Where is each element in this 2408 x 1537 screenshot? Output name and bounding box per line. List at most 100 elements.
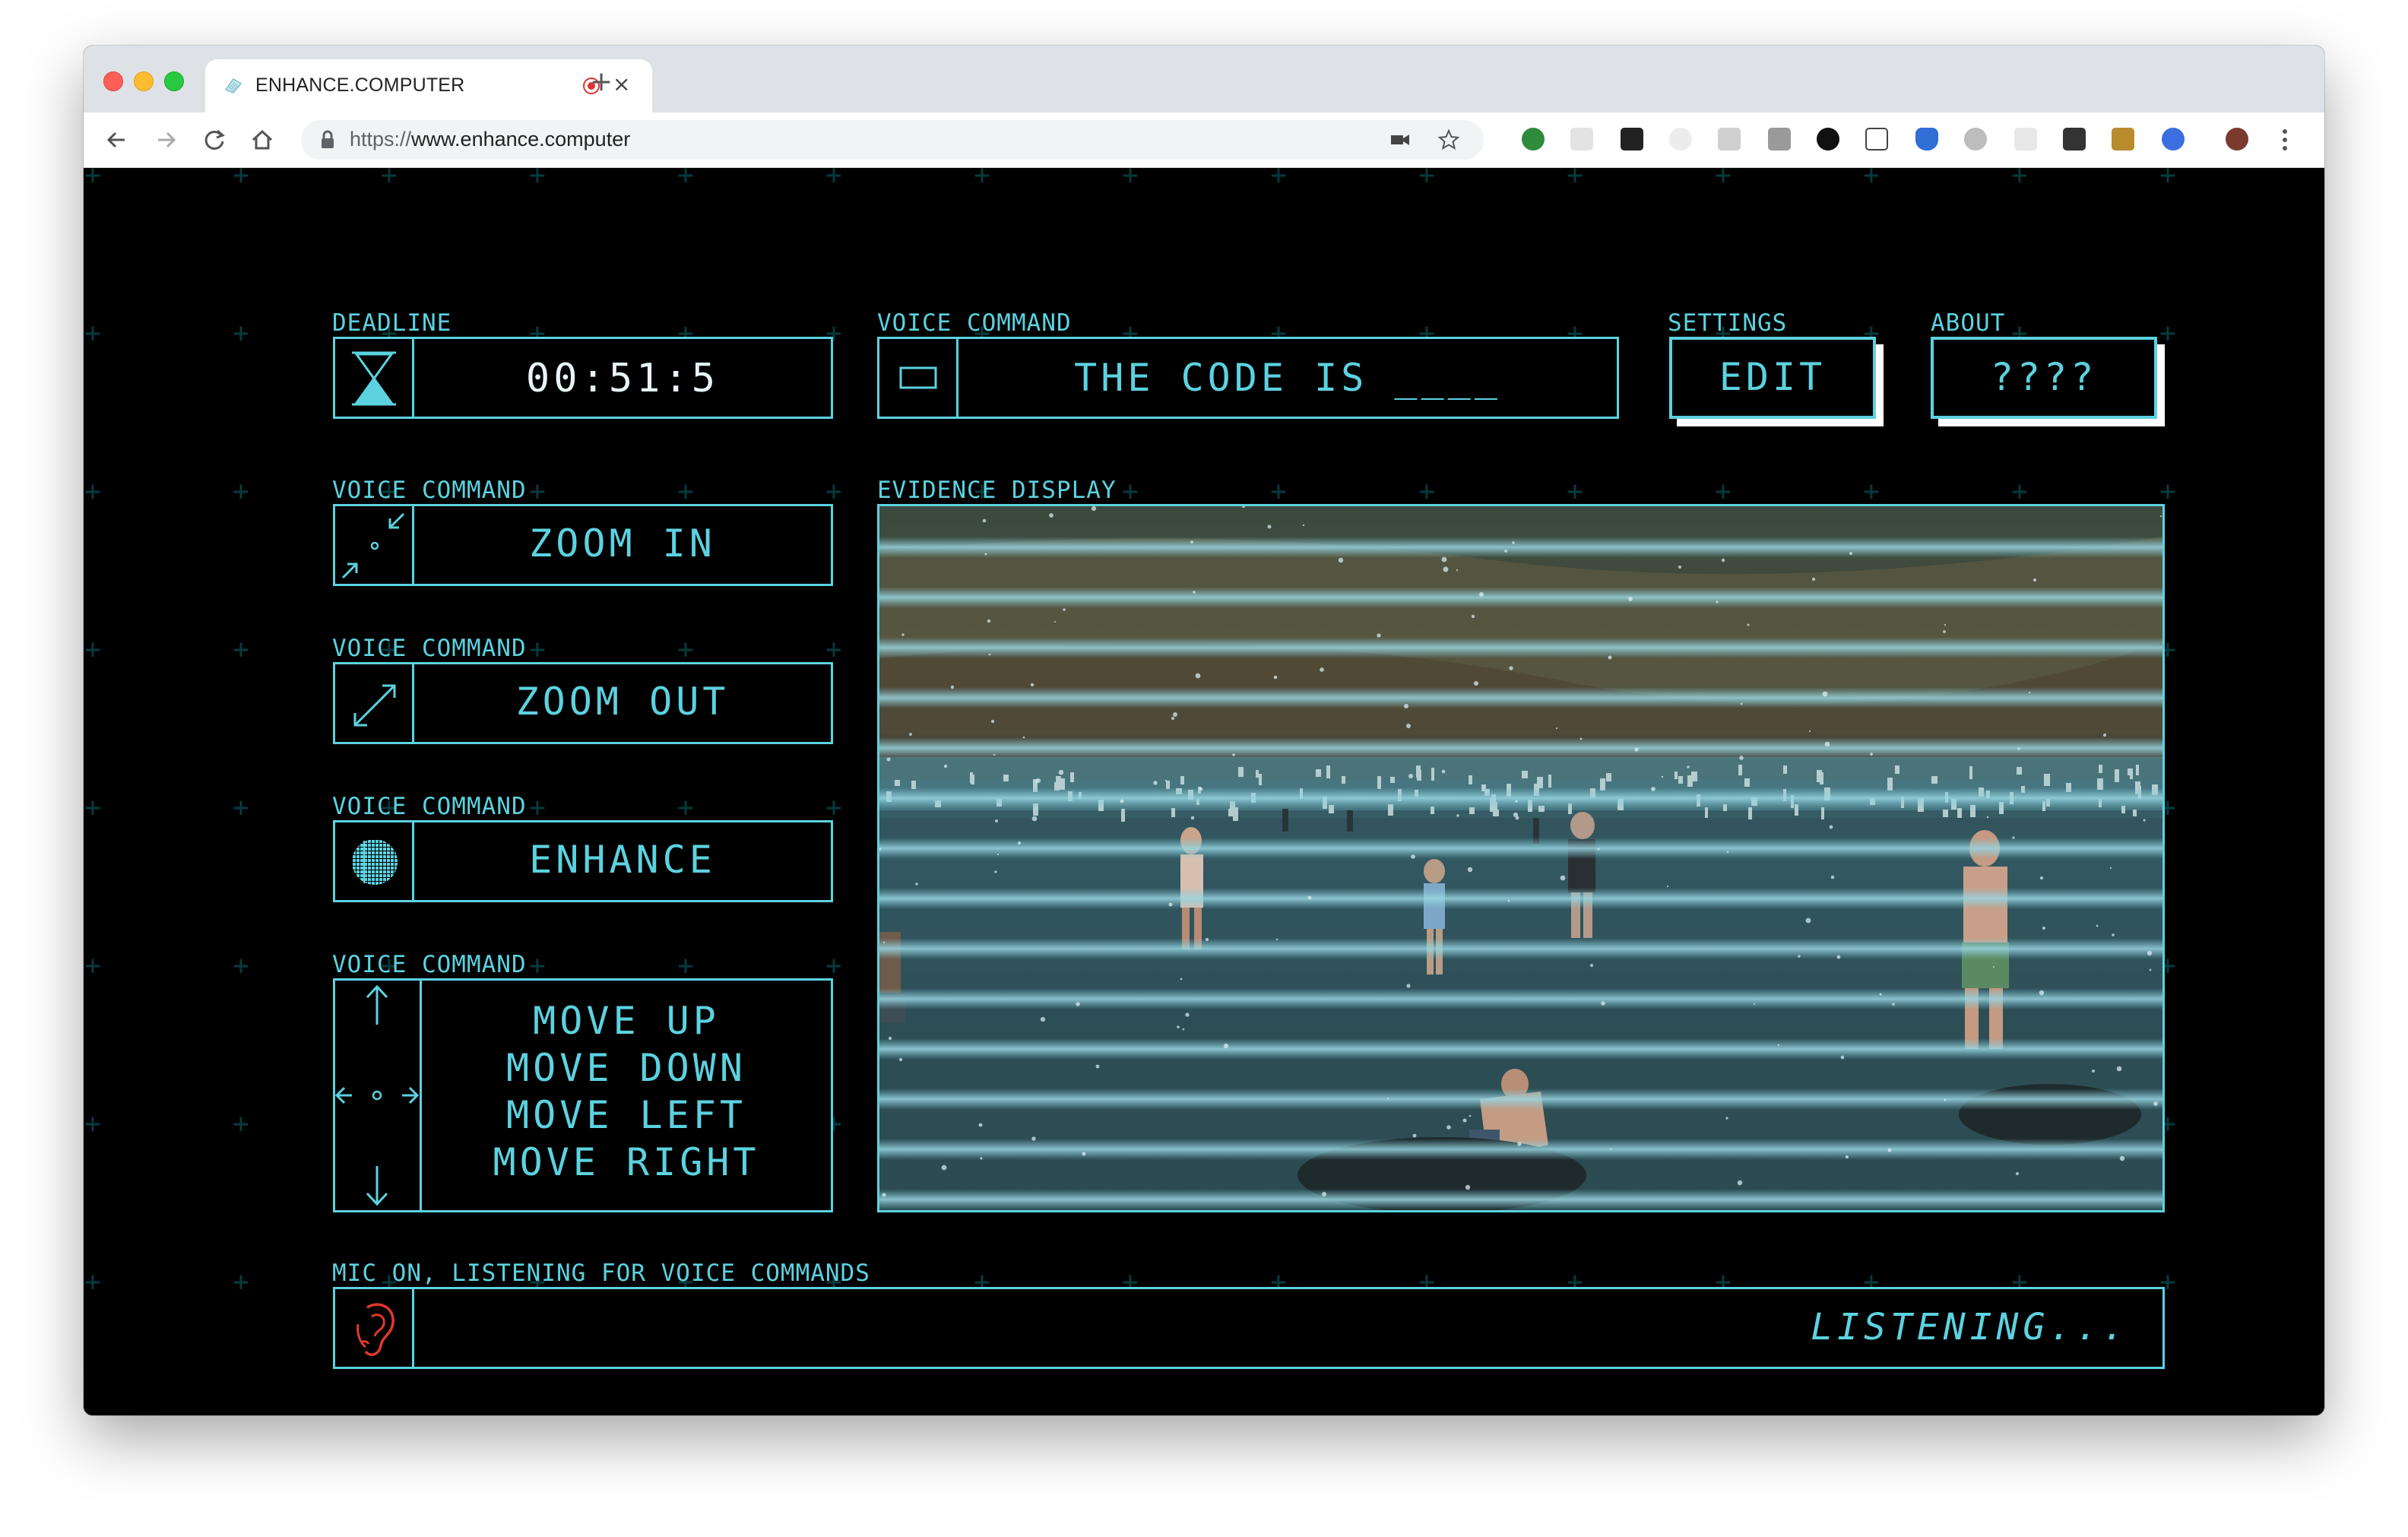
camera-icon[interactable] — [1389, 129, 1411, 151]
noise-dot — [1443, 566, 1449, 572]
grid-cross: + — [84, 950, 101, 981]
zoom-out-icon — [353, 684, 396, 727]
browser-tab[interactable]: ENHANCE.COMPUTER × — [205, 59, 652, 113]
extension-dark-icon[interactable] — [1621, 128, 1643, 151]
crowd-figure — [1522, 771, 1528, 778]
scan-band — [879, 687, 2162, 708]
extension-doc-icon[interactable] — [1718, 128, 1741, 151]
noise-dot — [1465, 1184, 1471, 1190]
noise-dot — [1726, 851, 1729, 854]
noise-dot — [1811, 577, 1816, 582]
minimize-window-button[interactable] — [134, 71, 154, 91]
noise-dot — [1185, 1013, 1190, 1017]
noise-dot — [2147, 950, 2153, 956]
noise-dot — [2109, 867, 2112, 870]
new-tab-button[interactable]: + — [590, 68, 613, 96]
evidence-display[interactable] — [877, 504, 2165, 1212]
crowd-figure — [1817, 770, 1822, 782]
extension-bulb-icon[interactable] — [2063, 128, 2086, 151]
crowd-figure — [1931, 776, 1937, 784]
crowd-figure — [1957, 808, 1962, 818]
noise-dot — [2102, 733, 2107, 737]
noise-dot — [2112, 933, 2115, 936]
zoom-in-command[interactable]: ZOOM IN — [333, 504, 833, 586]
noise-dot — [1040, 1016, 1046, 1022]
crowd-figure — [1259, 774, 1262, 785]
grid-cross: + — [2159, 318, 2176, 349]
extension-check-icon[interactable] — [1522, 128, 1545, 151]
noise-dot — [1822, 691, 1828, 697]
noise-dot — [1504, 550, 1507, 553]
profile-avatar[interactable] — [2226, 128, 2248, 151]
noise-dot — [1479, 592, 1484, 597]
extension-cast-icon[interactable] — [1865, 128, 1888, 151]
grid-cross: + — [84, 634, 101, 665]
home-icon[interactable] — [249, 123, 275, 157]
noise-dot — [1441, 769, 1446, 774]
noise-dot — [2149, 968, 2152, 971]
grid-cross: + — [677, 950, 694, 981]
extension-search-icon[interactable] — [1817, 128, 1839, 151]
noise-dot — [1035, 778, 1041, 784]
crowd-figure — [1316, 769, 1321, 777]
address-bar[interactable]: https://www.enhance.computer — [301, 120, 1484, 160]
about-label: ABOUT — [1931, 309, 2006, 337]
menu-dots-icon[interactable] — [2280, 128, 2289, 152]
crowd-figure — [1377, 776, 1381, 789]
noise-dot — [1829, 825, 1833, 829]
noise-dot — [1267, 524, 1272, 529]
about-button[interactable]: ???? — [1931, 337, 2157, 419]
noise-dot — [2039, 990, 2045, 996]
move-command[interactable]: MOVE UP MOVE DOWN MOVE LEFT MOVE RIGHT — [333, 978, 833, 1212]
forward-icon[interactable] — [154, 123, 178, 157]
extension-gray-icon[interactable] — [1570, 128, 1593, 151]
extension-grid-icon[interactable] — [1964, 128, 1987, 151]
extension-list-icon[interactable] — [2014, 128, 2037, 151]
close-window-button[interactable] — [103, 71, 123, 91]
crowd-figure — [1705, 807, 1708, 818]
enhance-command[interactable]: ENHANCE — [333, 820, 833, 902]
extension-shield-icon[interactable] — [1915, 128, 1938, 151]
noise-dot — [2116, 1066, 2122, 1072]
noise-dot — [888, 1036, 892, 1041]
enhance-label: VOICE COMMAND — [332, 793, 527, 820]
noise-dot — [1404, 704, 1408, 708]
grid-cross: + — [529, 160, 546, 191]
noise-dot — [1830, 875, 1835, 879]
noise-dot — [1469, 1114, 1472, 1117]
noise-dot — [1515, 800, 1518, 803]
noise-dot — [1190, 540, 1193, 543]
listening-status-text: LISTENING... — [1811, 1306, 2129, 1348]
noise-dot — [2143, 819, 2146, 822]
crowd-figure — [1548, 775, 1551, 788]
noise-dot — [1307, 895, 1312, 900]
back-icon[interactable] — [105, 123, 129, 157]
grid-cross: + — [529, 950, 546, 981]
noise-dot — [1063, 608, 1066, 611]
bookmark-star-icon[interactable] — [1438, 129, 1459, 151]
noise-dot — [1610, 1149, 1611, 1150]
maximize-window-button[interactable] — [164, 71, 184, 91]
noise-dot — [1836, 955, 1841, 959]
deadline-timer: 00:51:5 — [525, 356, 720, 401]
settings-edit-button[interactable]: EDIT — [1669, 337, 1876, 419]
close-tab-icon[interactable]: × — [613, 71, 630, 97]
screen-rect-icon — [899, 366, 937, 389]
noise-dot — [1601, 1001, 1605, 1006]
noise-dot — [1678, 566, 1681, 569]
extension-stripes-icon[interactable] — [1768, 128, 1791, 151]
extension-target-icon[interactable] — [2162, 128, 2185, 151]
extension-film-icon[interactable] — [2112, 128, 2134, 151]
grid-cross: + — [1715, 160, 1732, 191]
move-up-text: MOVE UP — [533, 999, 720, 1043]
grid-cross: + — [84, 160, 101, 191]
noise-dot — [1870, 753, 1873, 756]
noise-dot — [1716, 601, 1719, 604]
extension-face-icon[interactable] — [1669, 128, 1692, 151]
zoom-out-command[interactable]: ZOOM OUT — [333, 662, 833, 744]
noise-dot — [1944, 1098, 1947, 1101]
grid-cross: + — [1270, 160, 1287, 191]
reload-icon[interactable] — [202, 123, 227, 157]
code-command-text: THE CODE IS ____ — [1074, 356, 1501, 400]
noise-dot — [995, 819, 998, 822]
